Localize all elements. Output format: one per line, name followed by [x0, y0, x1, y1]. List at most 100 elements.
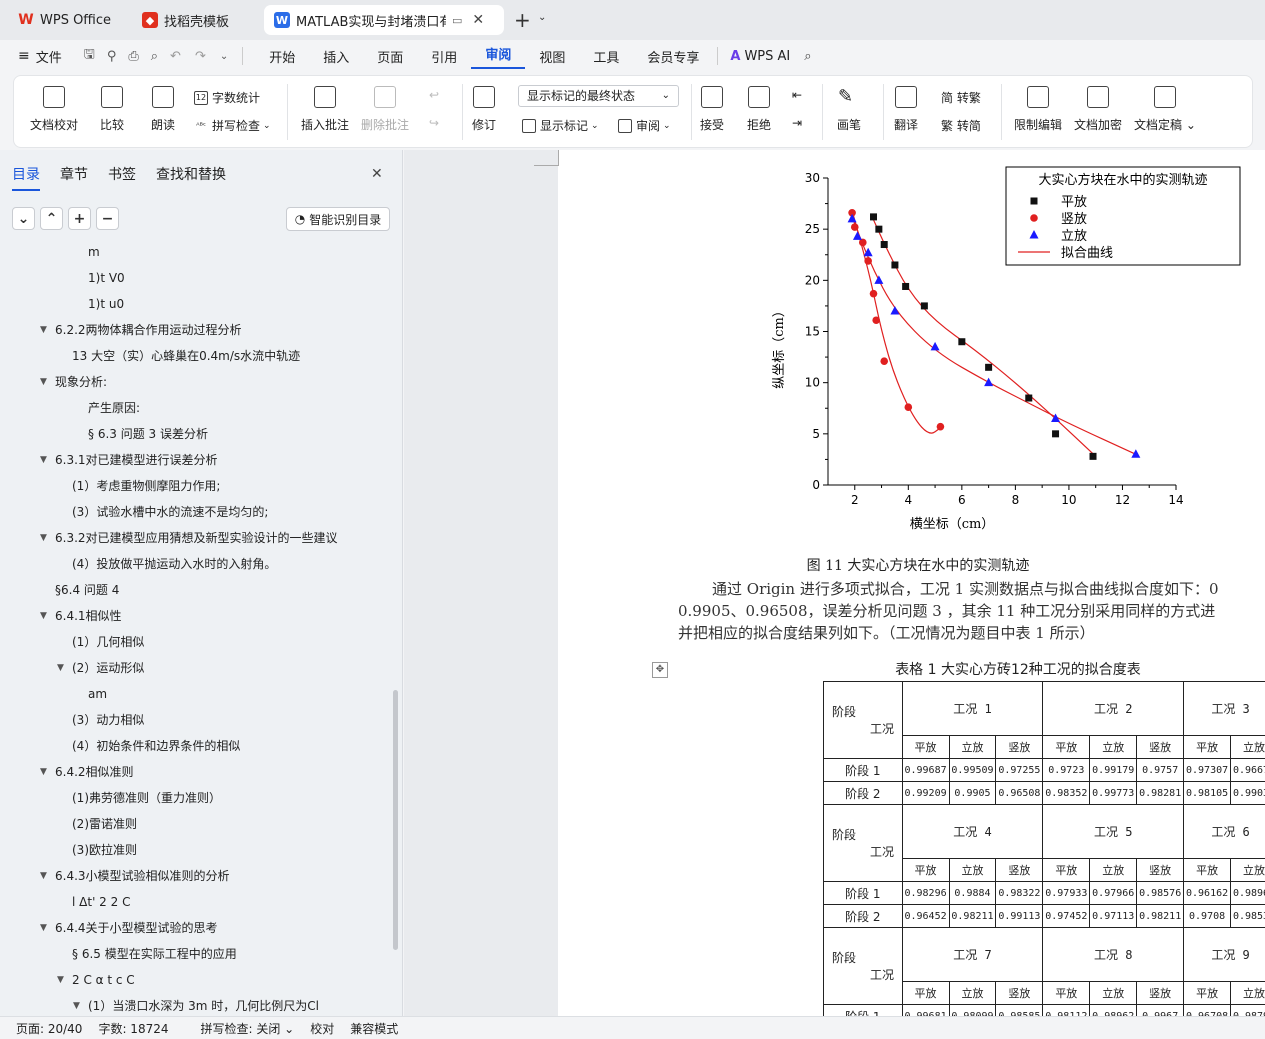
toc-item[interactable]: (3）动力相似	[72, 710, 144, 730]
menu-member[interactable]: 会员专享	[633, 47, 713, 66]
collapse-all-button[interactable]: ⌄	[12, 207, 35, 230]
nav-tab-toc[interactable]: 目录	[12, 164, 40, 191]
new-tab-icon[interactable]: +	[514, 8, 531, 32]
toc-item[interactable]: (1）当溃口水深为 3m 时，几何比例尺为Cl	[88, 996, 319, 1016]
toc-item[interactable]: 6.4.2相似准则	[55, 762, 134, 782]
print-preview-icon[interactable]: ⌕	[151, 49, 158, 64]
expand-up-button[interactable]: ⌃	[40, 207, 63, 230]
toc-scrollbar[interactable]	[393, 690, 398, 950]
expand-arrow-icon[interactable]: ▼	[73, 1001, 80, 1011]
toc-item[interactable]: 1)t u0	[88, 294, 124, 314]
monitor-icon[interactable]: ▭	[452, 14, 462, 27]
toc-item[interactable]: (1）考虑重物侧摩阻力作用;	[72, 476, 220, 496]
trad-simp-button[interactable]: 简 转繁	[941, 89, 981, 106]
menu-wps-ai[interactable]: WPS AI	[744, 49, 790, 64]
toc-item[interactable]: 产生原因:	[88, 398, 140, 418]
expand-arrow-icon[interactable]: ▼	[40, 325, 47, 335]
menu-page[interactable]: 页面	[363, 47, 417, 66]
toc-item[interactable]: 6.4.4关于小型模型试验的思考	[55, 918, 218, 938]
redo-icon[interactable]: ↷	[195, 49, 206, 64]
nav-tab-bookmark[interactable]: 书签	[108, 164, 136, 191]
expand-arrow-icon[interactable]: ▼	[40, 923, 47, 933]
word-count-button[interactable]: 12 字数统计	[194, 89, 260, 106]
toc-item[interactable]: 2 C α t c C	[72, 970, 135, 990]
expand-arrow-icon[interactable]: ▼	[40, 767, 47, 777]
menu-view[interactable]: 视图	[525, 47, 579, 66]
print-icon[interactable]: ⎙	[128, 49, 138, 64]
expand-arrow-icon[interactable]: ▼	[40, 533, 47, 543]
quick-access-dropdown-icon[interactable]: ⌄	[220, 51, 228, 62]
encrypt-button[interactable]: 文档加密	[1074, 86, 1122, 133]
pen-button[interactable]: ✎ 画笔	[837, 86, 861, 133]
insert-comment-button[interactable]: 插入批注	[301, 86, 349, 133]
proofread-status[interactable]: 校对	[310, 1020, 334, 1037]
review-pane-button[interactable]: 审阅 ⌄	[618, 117, 671, 134]
toc-item[interactable]: 现象分析:	[55, 372, 107, 392]
nav-tab-find-replace[interactable]: 查找和替换	[156, 164, 226, 191]
toc-item[interactable]: §6.4 问题 4	[55, 580, 119, 600]
toc-item[interactable]: (3）试验水槽中水的流速不是均匀的;	[72, 502, 268, 522]
search-icon[interactable]: ⌕	[804, 49, 811, 64]
table-move-handle-icon[interactable]: ✥	[652, 662, 668, 678]
menu-hamburger-icon[interactable]: ≡	[18, 48, 30, 64]
toc-item[interactable]: 6.4.1相似性	[55, 606, 122, 626]
expand-arrow-icon[interactable]: ▼	[40, 611, 47, 621]
next-change-icon[interactable]: ⇥	[792, 116, 802, 130]
reject-button[interactable]: 拒绝	[747, 86, 771, 133]
prev-change-icon[interactable]: ⇤	[792, 88, 802, 102]
toc-item[interactable]: 6.3.2对已建模型应用猜想及新型实验设计的一些建议	[55, 528, 338, 548]
toc-item[interactable]: (1)弗劳德准则（重力准则）	[72, 788, 221, 808]
simp-trad-button[interactable]: 繁 转简	[941, 117, 981, 134]
menu-start[interactable]: 开始	[255, 47, 309, 66]
toc-item[interactable]: (3)欧拉准则	[72, 840, 137, 860]
finalize-button[interactable]: 文档定稿 ⌄	[1134, 86, 1196, 133]
show-markup-button[interactable]: 显示标记 ⌄	[522, 117, 599, 134]
toc-item[interactable]: m	[88, 242, 100, 262]
undo-icon[interactable]: ↶	[170, 49, 181, 64]
expand-arrow-icon[interactable]: ▼	[40, 377, 47, 387]
chevron-down-icon[interactable]: ⌄	[538, 12, 546, 23]
menu-review[interactable]: 审阅	[471, 44, 526, 69]
restrict-edit-button[interactable]: 限制编辑	[1014, 86, 1062, 133]
add-heading-button[interactable]: +	[68, 207, 91, 230]
toc-item[interactable]: (2）运动形似	[72, 658, 144, 678]
nav-tab-chapter[interactable]: 章节	[60, 164, 88, 191]
spell-status[interactable]: 拼写检查: 关闭 ⌄	[185, 1020, 295, 1037]
accept-button[interactable]: 接受	[700, 86, 724, 133]
delete-comment-button[interactable]: 删除批注	[361, 86, 409, 133]
word-count[interactable]: 字数: 18724	[98, 1020, 168, 1037]
toc-item[interactable]: 1)t V0	[88, 268, 125, 288]
toc-item[interactable]: 6.4.3小模型试验相似准则的分析	[55, 866, 230, 886]
spell-check-button[interactable]: ᴬᴮᶜ 拼写检查 ⌄	[194, 117, 271, 134]
toc-item[interactable]: (4）初始条件和边界条件的相似	[72, 736, 240, 756]
toc-item[interactable]: am	[88, 684, 107, 704]
save-icon[interactable]: 🖫	[84, 45, 95, 67]
prev-comment-icon[interactable]: ↩	[429, 88, 439, 102]
toc-item[interactable]: 6.3.1对已建模型进行误差分析	[55, 450, 218, 470]
toc-item[interactable]: § 6.5 模型在实际工程中的应用	[72, 944, 237, 964]
toc-item[interactable]: (2)雷诺准则	[72, 814, 137, 834]
menu-file[interactable]: 文件	[36, 47, 62, 66]
remove-heading-button[interactable]: −	[96, 207, 119, 230]
next-comment-icon[interactable]: ↪	[429, 116, 439, 130]
tab-active-document[interactable]: W MATLAB实现与封堵溃口有关 ▭ ✕	[264, 5, 504, 35]
translate-button[interactable]: 翻译	[894, 86, 918, 133]
expand-arrow-icon[interactable]: ▼	[57, 663, 64, 673]
revise-button[interactable]: 修订	[472, 86, 496, 133]
menu-insert[interactable]: 插入	[309, 47, 363, 66]
markup-display-select[interactable]: 显示标记的最终状态 ⌄	[518, 85, 679, 107]
share-icon[interactable]: ⚲	[107, 49, 117, 64]
smart-toc-button[interactable]: ◔ 智能识别目录	[286, 207, 390, 231]
expand-arrow-icon[interactable]: ▼	[57, 975, 64, 985]
close-tab-icon[interactable]: ✕	[472, 12, 484, 28]
doc-check-button[interactable]: 文档校对	[30, 86, 78, 133]
toc-item[interactable]: l Δt' 2 2 C	[72, 892, 130, 912]
toc-item[interactable]: (1）几何相似	[72, 632, 144, 652]
read-aloud-button[interactable]: 朗读	[151, 86, 175, 133]
close-pane-icon[interactable]: ✕	[371, 166, 383, 182]
expand-arrow-icon[interactable]: ▼	[40, 871, 47, 881]
toc-item[interactable]: (4）投放做平抛运动入水时的入射角。	[72, 554, 276, 574]
toc-item[interactable]: § 6.3 问题 3 误差分析	[88, 424, 208, 444]
menu-tools[interactable]: 工具	[579, 47, 633, 66]
expand-arrow-icon[interactable]: ▼	[40, 455, 47, 465]
